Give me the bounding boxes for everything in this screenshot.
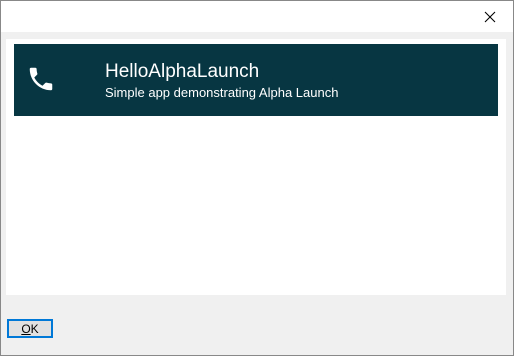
ok-label: K	[30, 321, 39, 336]
phone-icon	[29, 67, 53, 91]
app-subtitle: Simple app demonstrating Alpha Launch	[105, 85, 339, 100]
close-button[interactable]	[467, 1, 513, 32]
app-title: HelloAlphaLaunch	[105, 61, 260, 82]
ok-button[interactable]: OK	[7, 319, 53, 338]
close-icon	[484, 11, 496, 22]
about-dialog: HelloAlphaLaunch Simple app demonstratin…	[0, 0, 514, 356]
dialog-content: HelloAlphaLaunch Simple app demonstratin…	[6, 39, 506, 295]
ok-mnemonic: O	[21, 321, 31, 336]
title-bar	[1, 1, 513, 32]
app-banner: HelloAlphaLaunch Simple app demonstratin…	[14, 44, 498, 116]
